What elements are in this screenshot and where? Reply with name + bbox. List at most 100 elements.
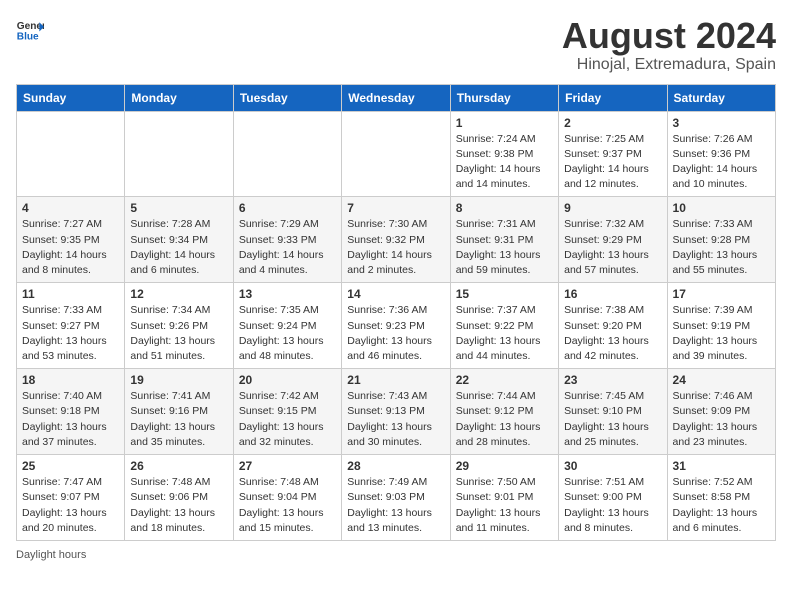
calendar-cell: 18Sunrise: 7:40 AMSunset: 9:18 PMDayligh… [17,369,125,455]
calendar-cell: 17 Sunrise: 7:39 AMSunset: 9:19 PMDayligh… [667,283,775,369]
day-number: 17 [673,287,770,301]
day-number: 10 [673,201,770,215]
calendar-cell [342,111,450,197]
header-day-tuesday: Tuesday [233,84,341,111]
day-info: Sunrise: 7:29 AMSunset: 9:33 PMDaylight:… [239,217,336,278]
day-info: Sunrise: 7:44 AMSunset: 9:12 PMDaylight:… [456,389,553,450]
calendar-cell: 20 Sunrise: 7:42 AMSunset: 9:15 PMDayligh… [233,369,341,455]
day-number: 19 [130,373,227,387]
day-info: Sunrise: 7:37 AMSunset: 9:22 PMDaylight:… [456,303,553,364]
calendar-cell: 13 Sunrise: 7:35 AMSunset: 9:24 PMDayligh… [233,283,341,369]
day-number: 14 [347,287,444,301]
calendar-cell: 31 Sunrise: 7:52 AMSunset: 8:58 PMDayligh… [667,455,775,541]
calendar-cell: 10 Sunrise: 7:33 AMSunset: 9:28 PMDayligh… [667,197,775,283]
calendar-cell: 11 Sunrise: 7:33 AMSunset: 9:27 PMDayligh… [17,283,125,369]
calendar-cell: 21Sunrise: 7:43 AMSunset: 9:13 PMDayligh… [342,369,450,455]
footer: Daylight hours [16,549,776,561]
calendar-cell: 16Sunrise: 7:38 AMSunset: 9:20 PMDayligh… [559,283,667,369]
calendar-cell: 3 Sunrise: 7:26 AMSunset: 9:36 PMDaylight… [667,111,775,197]
day-number: 20 [239,373,336,387]
day-number: 5 [130,201,227,215]
day-number: 26 [130,459,227,473]
calendar-cell: 29Sunrise: 7:50 AMSunset: 9:01 PMDayligh… [450,455,558,541]
calendar-cell: 5 Sunrise: 7:28 AMSunset: 9:34 PMDaylight… [125,197,233,283]
calendar-cell: 1 Sunrise: 7:24 AMSunset: 9:38 PMDaylight… [450,111,558,197]
day-number: 27 [239,459,336,473]
week-row-4: 18Sunrise: 7:40 AMSunset: 9:18 PMDayligh… [17,369,776,455]
page-subtitle: Hinojal, Extremadura, Spain [562,56,776,74]
day-number: 22 [456,373,553,387]
day-info: Sunrise: 7:39 AMSunset: 9:19 PMDaylight:… [673,303,770,364]
day-info: Sunrise: 7:26 AMSunset: 9:36 PMDaylight:… [673,132,770,193]
calendar-cell: 22 Sunrise: 7:44 AMSunset: 9:12 PMDayligh… [450,369,558,455]
day-info: Sunrise: 7:47 AMSunset: 9:07 PMDaylight:… [22,475,119,536]
calendar-cell: 28 Sunrise: 7:49 AMSunset: 9:03 PMDayligh… [342,455,450,541]
week-row-3: 11 Sunrise: 7:33 AMSunset: 9:27 PMDayligh… [17,283,776,369]
week-row-2: 4 Sunrise: 7:27 AMSunset: 9:35 PMDaylight… [17,197,776,283]
day-info: Sunrise: 7:50 AMSunset: 9:01 PMDaylight:… [456,475,553,536]
calendar-cell: 15Sunrise: 7:37 AMSunset: 9:22 PMDayligh… [450,283,558,369]
calendar-body: 1 Sunrise: 7:24 AMSunset: 9:38 PMDaylight… [17,111,776,540]
calendar-cell: 14 Sunrise: 7:36 AMSunset: 9:23 PMDayligh… [342,283,450,369]
day-number: 31 [673,459,770,473]
day-number: 2 [564,116,661,130]
day-number: 21 [347,373,444,387]
day-number: 7 [347,201,444,215]
day-info: Sunrise: 7:27 AMSunset: 9:35 PMDaylight:… [22,217,119,278]
day-info: Sunrise: 7:35 AMSunset: 9:24 PMDaylight:… [239,303,336,364]
calendar-cell: 6Sunrise: 7:29 AMSunset: 9:33 PMDaylight… [233,197,341,283]
day-info: Sunrise: 7:34 AMSunset: 9:26 PMDaylight:… [130,303,227,364]
day-info: Sunrise: 7:24 AMSunset: 9:38 PMDaylight:… [456,132,553,193]
day-info: Sunrise: 7:45 AMSunset: 9:10 PMDaylight:… [564,389,661,450]
day-info: Sunrise: 7:33 AMSunset: 9:28 PMDaylight:… [673,217,770,278]
week-row-1: 1 Sunrise: 7:24 AMSunset: 9:38 PMDaylight… [17,111,776,197]
day-number: 30 [564,459,661,473]
day-number: 9 [564,201,661,215]
day-number: 28 [347,459,444,473]
day-info: Sunrise: 7:36 AMSunset: 9:23 PMDaylight:… [347,303,444,364]
day-number: 13 [239,287,336,301]
calendar-cell: 26 Sunrise: 7:48 AMSunset: 9:06 PMDayligh… [125,455,233,541]
calendar-cell: 12 Sunrise: 7:34 AMSunset: 9:26 PMDayligh… [125,283,233,369]
day-number: 25 [22,459,119,473]
day-info: Sunrise: 7:48 AMSunset: 9:04 PMDaylight:… [239,475,336,536]
day-info: Sunrise: 7:30 AMSunset: 9:32 PMDaylight:… [347,217,444,278]
header-day-saturday: Saturday [667,84,775,111]
header-day-monday: Monday [125,84,233,111]
day-number: 12 [130,287,227,301]
day-info: Sunrise: 7:48 AMSunset: 9:06 PMDaylight:… [130,475,227,536]
daylight-label: Daylight hours [16,549,86,561]
logo-icon: General Blue [16,16,44,44]
calendar-cell: 8Sunrise: 7:31 AMSunset: 9:31 PMDaylight… [450,197,558,283]
calendar-cell: 25 Sunrise: 7:47 AMSunset: 9:07 PMDayligh… [17,455,125,541]
calendar-header: SundayMondayTuesdayWednesdayThursdayFrid… [17,84,776,111]
day-number: 8 [456,201,553,215]
day-number: 23 [564,373,661,387]
header-day-sunday: Sunday [17,84,125,111]
header-row: SundayMondayTuesdayWednesdayThursdayFrid… [17,84,776,111]
day-info: Sunrise: 7:52 AMSunset: 8:58 PMDaylight:… [673,475,770,536]
page-header: General Blue August 2024 Hinojal, Extrem… [16,16,776,74]
calendar-cell: 9Sunrise: 7:32 AMSunset: 9:29 PMDaylight… [559,197,667,283]
header-day-thursday: Thursday [450,84,558,111]
day-number: 16 [564,287,661,301]
calendar-cell: 4 Sunrise: 7:27 AMSunset: 9:35 PMDaylight… [17,197,125,283]
day-info: Sunrise: 7:25 AMSunset: 9:37 PMDaylight:… [564,132,661,193]
day-info: Sunrise: 7:42 AMSunset: 9:15 PMDaylight:… [239,389,336,450]
day-number: 3 [673,116,770,130]
day-info: Sunrise: 7:46 AMSunset: 9:09 PMDaylight:… [673,389,770,450]
calendar-cell: 7 Sunrise: 7:30 AMSunset: 9:32 PMDaylight… [342,197,450,283]
calendar-cell: 30Sunrise: 7:51 AMSunset: 9:00 PMDayligh… [559,455,667,541]
calendar-cell: 24 Sunrise: 7:46 AMSunset: 9:09 PMDayligh… [667,369,775,455]
calendar-cell [17,111,125,197]
title-block: August 2024 Hinojal, Extremadura, Spain [562,16,776,74]
day-info: Sunrise: 7:28 AMSunset: 9:34 PMDaylight:… [130,217,227,278]
day-number: 4 [22,201,119,215]
day-info: Sunrise: 7:49 AMSunset: 9:03 PMDaylight:… [347,475,444,536]
header-day-wednesday: Wednesday [342,84,450,111]
day-number: 1 [456,116,553,130]
day-info: Sunrise: 7:33 AMSunset: 9:27 PMDaylight:… [22,303,119,364]
day-number: 11 [22,287,119,301]
day-number: 24 [673,373,770,387]
header-day-friday: Friday [559,84,667,111]
